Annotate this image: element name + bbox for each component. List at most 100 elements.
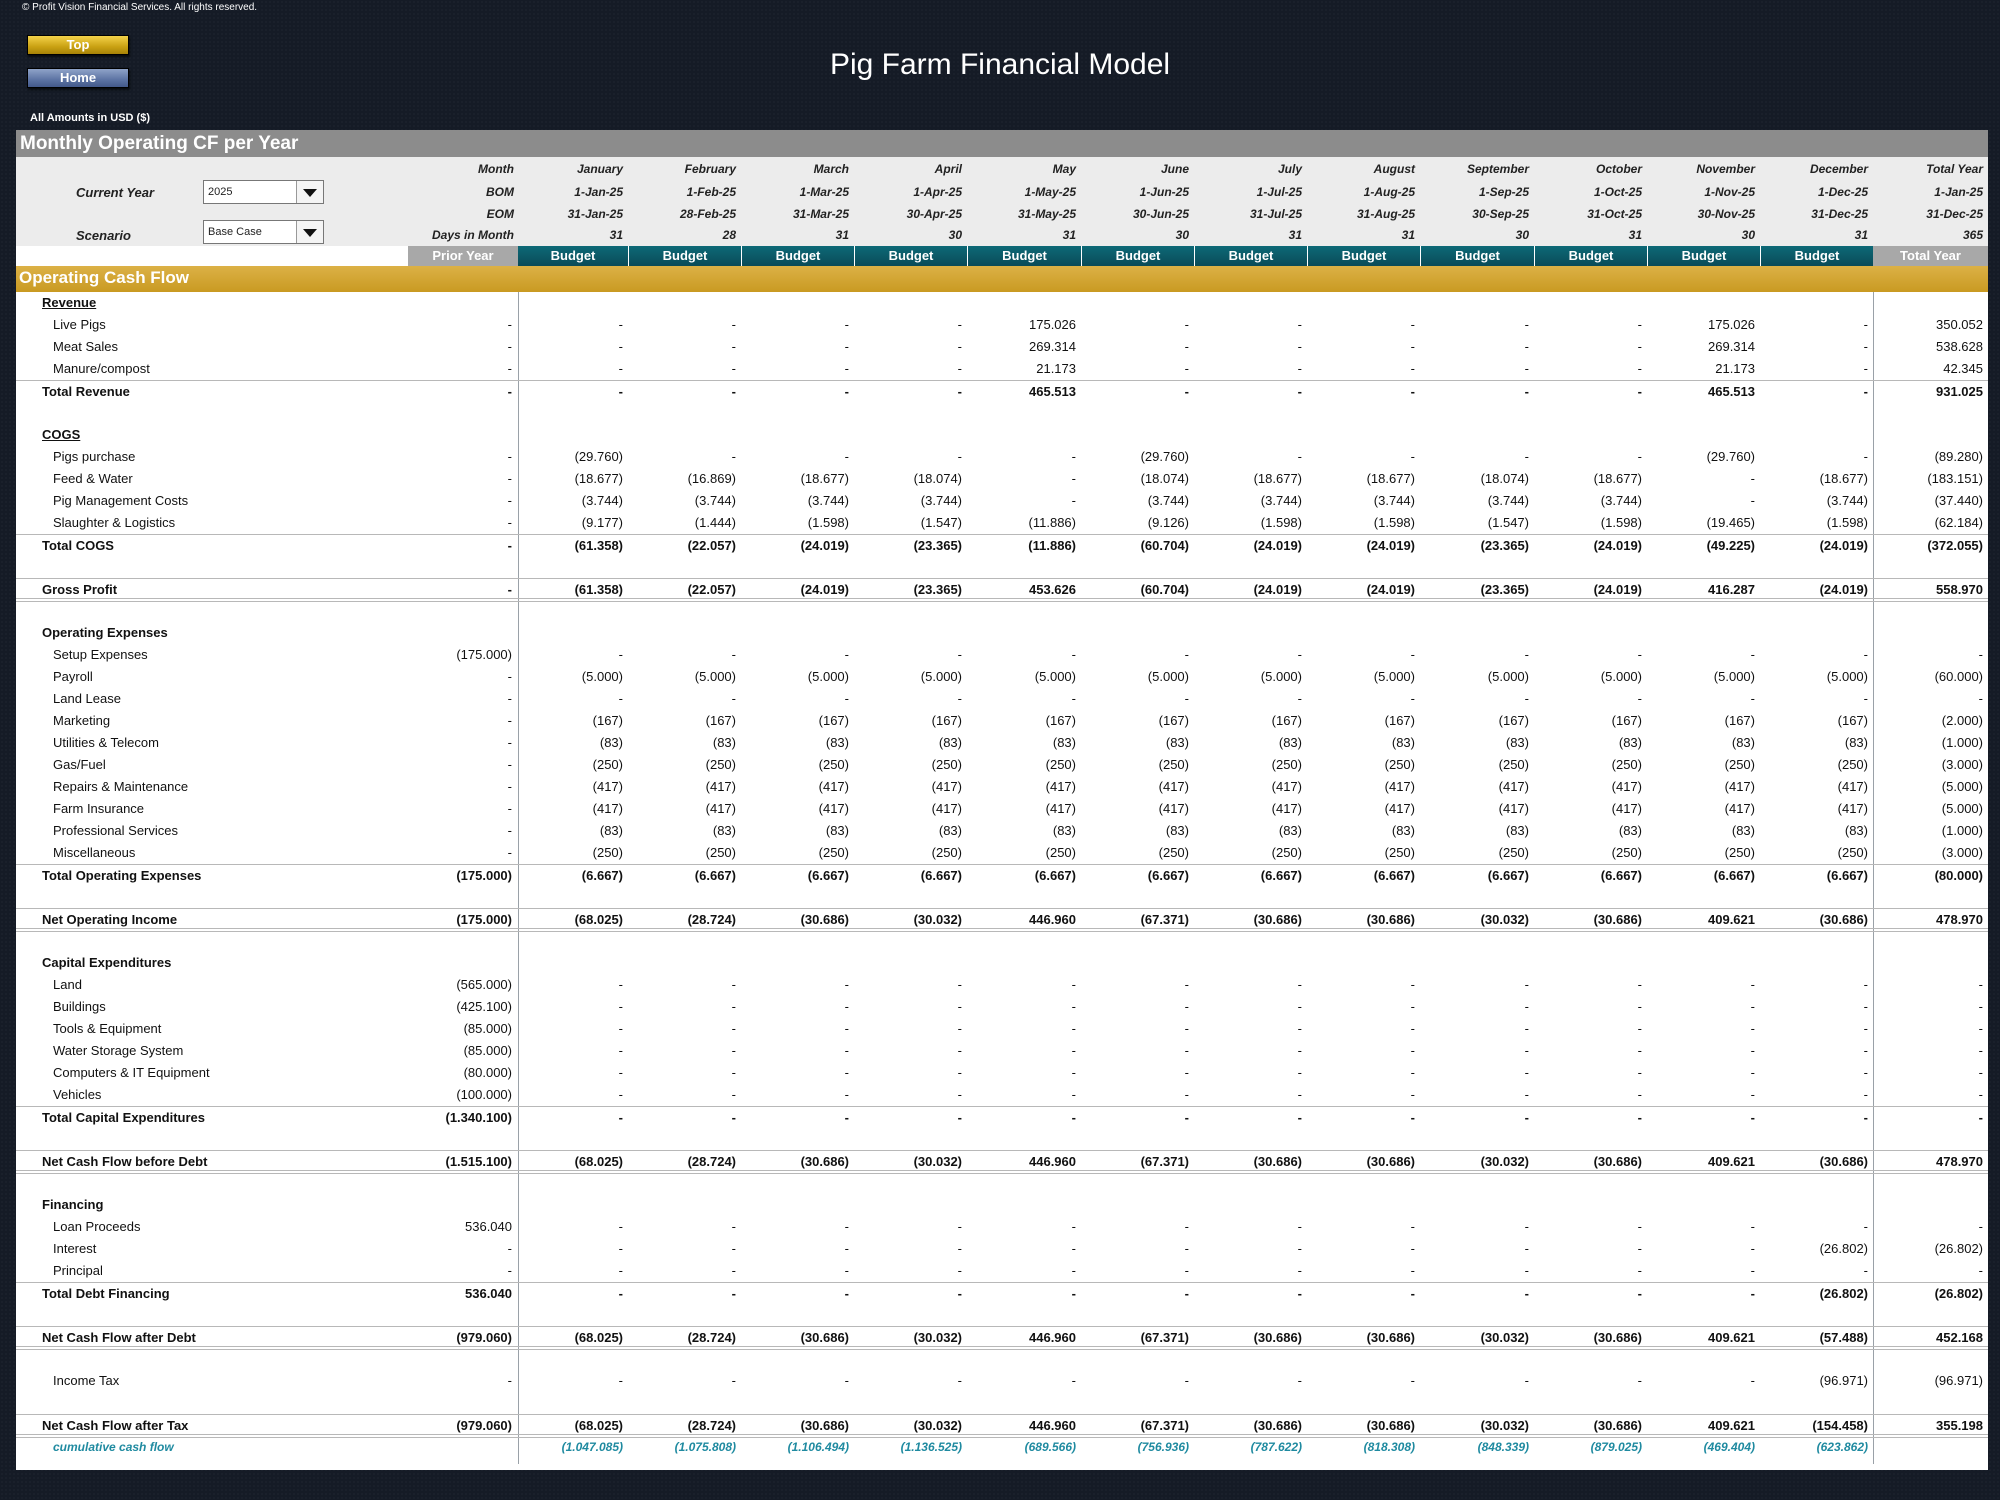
row-label: Feed & Water (53, 471, 133, 486)
value-cell: - (844, 691, 849, 706)
value-cell: (417) (1158, 779, 1189, 794)
value-cell: (417) (818, 801, 849, 816)
value-cell: - (1978, 1043, 1983, 1058)
value-cell: - (618, 647, 623, 662)
value-cell: (417) (1611, 779, 1642, 794)
value-cell: - (1297, 384, 1302, 399)
value-cell: - (1750, 977, 1755, 992)
table-row: Meat Sales - - - - - 269.314 - - - - - 269.314 - 538.6… (16, 336, 1988, 358)
value-cell: (1.598) (1260, 515, 1302, 530)
value-cell: 536.040 (465, 1286, 512, 1301)
budget-header: Budget (1648, 246, 1760, 266)
value-cell: - (957, 1110, 962, 1125)
value-cell: (83) (1278, 735, 1302, 750)
value-cell: - (1863, 1110, 1868, 1125)
value-cell: - (1184, 384, 1189, 399)
value-cell: - (507, 515, 512, 530)
value-cell: (18.677) (800, 471, 849, 486)
header-bom-cell: 1-Oct-25 (1593, 185, 1642, 199)
spacer-row (16, 1348, 1988, 1370)
value-cell: - (731, 339, 736, 354)
value-cell: - (731, 1021, 736, 1036)
value-cell: (30.686) (1593, 912, 1642, 927)
value-cell: (250) (1498, 757, 1529, 772)
value-cell: (30.032) (913, 1418, 962, 1433)
value-cell: - (1863, 1263, 1868, 1278)
value-cell: - (844, 1263, 849, 1278)
value-cell: 416.287 (1708, 582, 1755, 597)
header-name-cell: October (1595, 162, 1642, 176)
value-cell: (37.440) (1934, 493, 1983, 508)
value-cell: 409.621 (1708, 1418, 1755, 1433)
value-cell: (60.000) (1934, 669, 1983, 684)
value-cell: 446.960 (1029, 1330, 1076, 1345)
value-cell: (979.060) (456, 1330, 512, 1345)
value-cell: - (1637, 449, 1642, 464)
month-row: Month January February March April May June Ju… (16, 158, 1988, 180)
value-cell: (250) (818, 757, 849, 772)
value-cell: (28.724) (687, 1330, 736, 1345)
value-cell: - (1637, 1065, 1642, 1080)
value-cell: (6.667) (694, 868, 736, 883)
value-cell: - (957, 1263, 962, 1278)
value-cell: - (1863, 647, 1868, 662)
value-cell: - (1863, 977, 1868, 992)
value-cell: (6.667) (1260, 868, 1302, 883)
value-cell: (24.019) (1593, 582, 1642, 597)
value-cell: (1.598) (1600, 515, 1642, 530)
row-label: Gas/Fuel (53, 757, 106, 772)
spacer-row (16, 930, 1988, 952)
header-bom-cell: 1-Jan-25 (1934, 185, 1983, 199)
value-cell: - (1750, 647, 1755, 662)
value-cell: (3.744) (920, 493, 962, 508)
value-cell: - (1410, 1263, 1415, 1278)
value-cell: (417) (1724, 779, 1755, 794)
value-cell: (30.686) (800, 912, 849, 927)
value-cell: (30.032) (1480, 912, 1529, 927)
value-cell: (250) (1611, 845, 1642, 860)
value-cell: (5.000) (1147, 669, 1189, 684)
value-cell: - (1410, 449, 1415, 464)
value-cell: (83) (938, 823, 962, 838)
value-cell: (30.686) (800, 1330, 849, 1345)
row-label: Total Capital Expenditures (42, 1110, 206, 1125)
value-cell: - (507, 713, 512, 728)
table-row: Net Cash Flow before Debt (1.515.100) (68.… (16, 1150, 1988, 1174)
value-cell: - (1863, 1087, 1868, 1102)
value-cell: (96.971) (1819, 1373, 1868, 1388)
value-cell: (30.686) (1253, 1154, 1302, 1169)
spacer-row (16, 1304, 1988, 1326)
value-cell: (5.000) (581, 669, 623, 684)
value-cell: - (1524, 1219, 1529, 1234)
table-row: Loan Proceeds 536.040 - - - - - - - - - - - - - (16, 1216, 1988, 1238)
value-cell: (818.308) (1363, 1440, 1415, 1454)
row-label: Buildings (53, 999, 106, 1014)
value-cell: - (1637, 1021, 1642, 1036)
value-cell: (1.047.085) (561, 1440, 623, 1454)
prior-year-header: Prior Year (408, 246, 518, 266)
value-cell: (756.936) (1137, 1440, 1189, 1454)
value-cell: (68.025) (574, 912, 623, 927)
header-days-cell: 31 (1401, 228, 1415, 242)
row-label: Water Storage System (53, 1043, 184, 1058)
value-cell: - (1071, 1021, 1076, 1036)
value-cell: - (1750, 691, 1755, 706)
value-cell: (565.000) (456, 977, 512, 992)
value-cell: 175.026 (1708, 317, 1755, 332)
header-bom-cell: 1-Dec-25 (1817, 185, 1868, 199)
value-cell: - (1184, 691, 1189, 706)
value-cell: - (1637, 1110, 1642, 1125)
value-cell: (80.000) (1934, 868, 1983, 883)
value-cell: (1.598) (1826, 515, 1868, 530)
row-label: Total COGS (42, 538, 114, 553)
row-label: Computers & IT Equipment (53, 1065, 210, 1080)
value-cell: (372.055) (1927, 538, 1983, 553)
value-cell: 478.970 (1936, 912, 1983, 927)
value-cell: (83) (1731, 823, 1755, 838)
month-header-label: Month (478, 162, 514, 176)
value-cell: - (1071, 471, 1076, 486)
value-cell: - (957, 361, 962, 376)
table-row: Repairs & Maintenance - (417) (417) (417) (41… (16, 776, 1988, 798)
value-cell: - (844, 1110, 849, 1125)
value-cell: (26.802) (1819, 1241, 1868, 1256)
